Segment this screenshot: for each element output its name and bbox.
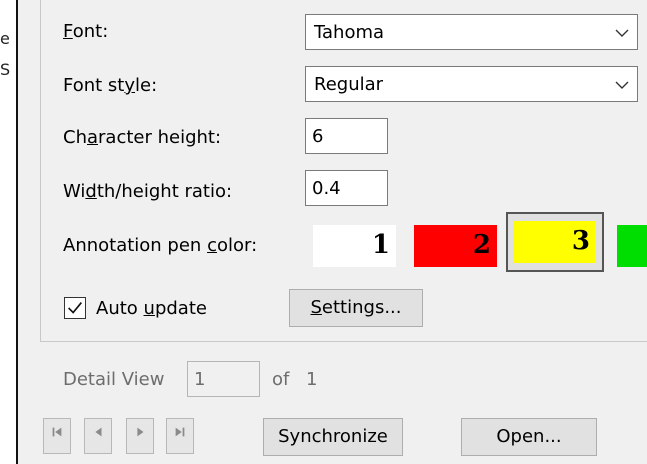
width-height-ratio-input[interactable]: 0.4	[305, 170, 388, 206]
settings-button[interactable]: Settings...	[289, 289, 423, 327]
character-height-label: Character height:	[63, 127, 222, 148]
previous-page-icon	[95, 427, 102, 437]
detail-view-label: Detail View	[63, 369, 165, 390]
first-page-icon	[52, 427, 62, 437]
first-page-button[interactable]	[43, 418, 71, 454]
auto-update-label[interactable]: Auto update	[96, 297, 207, 321]
clipped-edge-text-1: e	[0, 29, 10, 48]
previous-page-button[interactable]	[84, 418, 112, 454]
font-style-dropdown[interactable]: Regular	[305, 66, 638, 102]
next-page-button[interactable]	[126, 418, 154, 454]
character-height-input[interactable]: 6	[305, 118, 388, 154]
font-dropdown[interactable]: Tahoma	[305, 14, 638, 50]
next-page-icon	[137, 427, 144, 437]
chevron-down-icon	[615, 81, 629, 89]
checkmark-icon	[68, 302, 82, 314]
font-label: Font:	[63, 21, 109, 42]
last-page-icon	[175, 427, 185, 437]
open-button[interactable]: Open...	[461, 418, 597, 456]
pen-color-swatch-1[interactable]: 1	[313, 225, 396, 267]
width-height-ratio-label: Width/height ratio:	[63, 181, 233, 202]
pen-color-swatch-3[interactable]: 3	[514, 221, 596, 263]
clipped-edge-text-2: S	[0, 60, 11, 79]
last-page-button[interactable]	[166, 418, 194, 454]
chevron-down-icon	[615, 29, 629, 37]
detail-view-total: 1	[306, 369, 318, 390]
font-style-label: Font style:	[63, 75, 158, 96]
pen-color-swatch-2[interactable]: 2	[414, 225, 497, 267]
detail-view-page-input[interactable]: 1	[187, 361, 260, 397]
font-style-dropdown-value: Regular	[314, 74, 384, 95]
pen-color-swatch-4[interactable]	[617, 225, 647, 267]
detail-view-of-label: of	[272, 369, 290, 390]
auto-update-checkbox[interactable]	[64, 297, 86, 319]
synchronize-button[interactable]: Synchronize	[263, 418, 403, 456]
font-dropdown-value: Tahoma	[314, 22, 385, 43]
annotation-pen-color-label: Annotation pen color:	[63, 235, 258, 256]
